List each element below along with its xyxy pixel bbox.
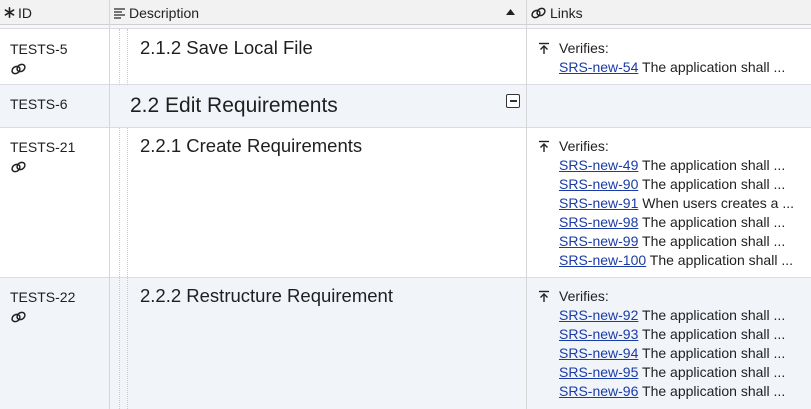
column-header-id[interactable]: ID — [4, 0, 32, 25]
requirement-link[interactable]: SRS-new-95 — [559, 364, 638, 380]
sort-ascending-icon[interactable] — [506, 9, 515, 15]
requirement-link[interactable]: SRS-new-100 — [559, 252, 646, 268]
requirement-summary: The application shall ... — [642, 214, 786, 230]
requirement-link[interactable]: SRS-new-98 — [559, 214, 638, 230]
row-id[interactable]: TESTS-5 — [10, 41, 68, 57]
row-description[interactable]: 2.2.1 Create Requirements — [140, 135, 362, 157]
table-row[interactable]: TESTS-5 2.1.2 Save Local File Verifies: … — [0, 29, 811, 85]
list-item: SRS-new-93 The application shall ... — [538, 325, 785, 344]
verifies-header: Verifies: — [538, 39, 785, 58]
requirement-summary: The application shall ... — [642, 326, 786, 342]
list-item: SRS-new-92 The application shall ... — [538, 306, 785, 325]
requirement-summary: The application shall ... — [642, 345, 786, 361]
table-row[interactable]: TESTS-21 2.2.1 Create Requirements Verif… — [0, 128, 811, 278]
list-item: SRS-new-94 The application shall ... — [538, 344, 785, 363]
requirement-link[interactable]: SRS-new-99 — [559, 233, 638, 249]
column-divider[interactable] — [526, 0, 527, 409]
list-item: SRS-new-96 The application shall ... — [538, 382, 785, 401]
requirement-link[interactable]: SRS-new-93 — [559, 326, 638, 342]
requirement-summary: The application shall ... — [642, 233, 786, 249]
verifies-header: Verifies: — [538, 287, 785, 306]
verifies-label: Verifies: — [559, 288, 609, 304]
list-item: SRS-new-49 The application shall ... — [538, 156, 794, 175]
link-icon — [530, 6, 547, 20]
column-divider[interactable] — [109, 0, 110, 409]
verifies-label: Verifies: — [559, 40, 609, 56]
asterisk-icon — [4, 7, 15, 18]
requirement-summary: The application shall ... — [642, 307, 786, 323]
list-item: SRS-new-99 The application shall ... — [538, 232, 794, 251]
row-links: Verifies: SRS-new-54 The application sha… — [538, 39, 785, 77]
row-description[interactable]: 2.2 Edit Requirements — [130, 94, 338, 118]
upload-arrow-icon — [538, 140, 552, 153]
header-spacer — [0, 25, 811, 29]
requirement-summary: When users creates a ... — [642, 195, 794, 211]
indent-guide — [127, 29, 128, 85]
list-item: SRS-new-95 The application shall ... — [538, 363, 785, 382]
row-links: Verifies: SRS-new-92 The application sha… — [538, 287, 785, 401]
row-id[interactable]: TESTS-6 — [10, 96, 68, 112]
list-item: SRS-new-98 The application shall ... — [538, 213, 794, 232]
requirement-link[interactable]: SRS-new-91 — [559, 195, 638, 211]
requirement-summary: The application shall ... — [642, 176, 786, 192]
column-header-description-label: Description — [129, 4, 200, 21]
link-icon[interactable] — [10, 160, 28, 174]
link-icon[interactable] — [10, 310, 28, 324]
collapse-icon[interactable] — [506, 94, 520, 108]
requirement-summary: The application shall ... — [649, 252, 793, 268]
requirement-link[interactable]: SRS-new-94 — [559, 345, 638, 361]
verifies-header: Verifies: — [538, 137, 794, 156]
row-description[interactable]: 2.2.2 Restructure Requirement — [140, 285, 393, 307]
row-description[interactable]: 2.1.2 Save Local File — [140, 37, 313, 59]
table-header: ID Description Links — [0, 0, 811, 25]
requirement-link[interactable]: SRS-new-92 — [559, 307, 638, 323]
requirement-summary: The application shall ... — [642, 364, 786, 380]
requirement-link[interactable]: SRS-new-49 — [559, 157, 638, 173]
verifies-label: Verifies: — [559, 138, 609, 154]
text-align-icon — [113, 7, 126, 19]
requirements-table: ID Description Links TESTS-5 2.1.2 Save … — [0, 0, 811, 409]
list-item: SRS-new-54 The application shall ... — [538, 58, 785, 77]
table-row[interactable]: TESTS-6 2.2 Edit Requirements — [0, 85, 811, 128]
requirement-summary: The application shall ... — [642, 59, 786, 75]
column-header-id-label: ID — [18, 4, 32, 21]
indent-guide — [127, 128, 128, 409]
requirement-link[interactable]: SRS-new-90 — [559, 176, 638, 192]
column-header-description[interactable]: Description — [113, 0, 525, 25]
requirement-link[interactable]: SRS-new-54 — [559, 59, 638, 75]
requirement-summary: The application shall ... — [642, 383, 786, 399]
row-id[interactable]: TESTS-21 — [10, 139, 75, 155]
requirement-link[interactable]: SRS-new-96 — [559, 383, 638, 399]
indent-guide — [119, 29, 120, 85]
list-item: SRS-new-90 The application shall ... — [538, 175, 794, 194]
upload-arrow-icon — [538, 290, 552, 303]
indent-guide — [119, 128, 120, 409]
column-header-links-label: Links — [550, 4, 583, 21]
list-item: SRS-new-91 When users creates a ... — [538, 194, 794, 213]
column-header-links[interactable]: Links — [530, 0, 583, 25]
list-item: SRS-new-100 The application shall ... — [538, 251, 794, 270]
table-row[interactable]: TESTS-22 2.2.2 Restructure Requirement V… — [0, 278, 811, 409]
link-icon[interactable] — [10, 62, 28, 76]
upload-arrow-icon — [538, 42, 552, 55]
requirement-summary: The application shall ... — [642, 157, 786, 173]
row-id[interactable]: TESTS-22 — [10, 289, 75, 305]
row-links: Verifies: SRS-new-49 The application sha… — [538, 137, 794, 270]
